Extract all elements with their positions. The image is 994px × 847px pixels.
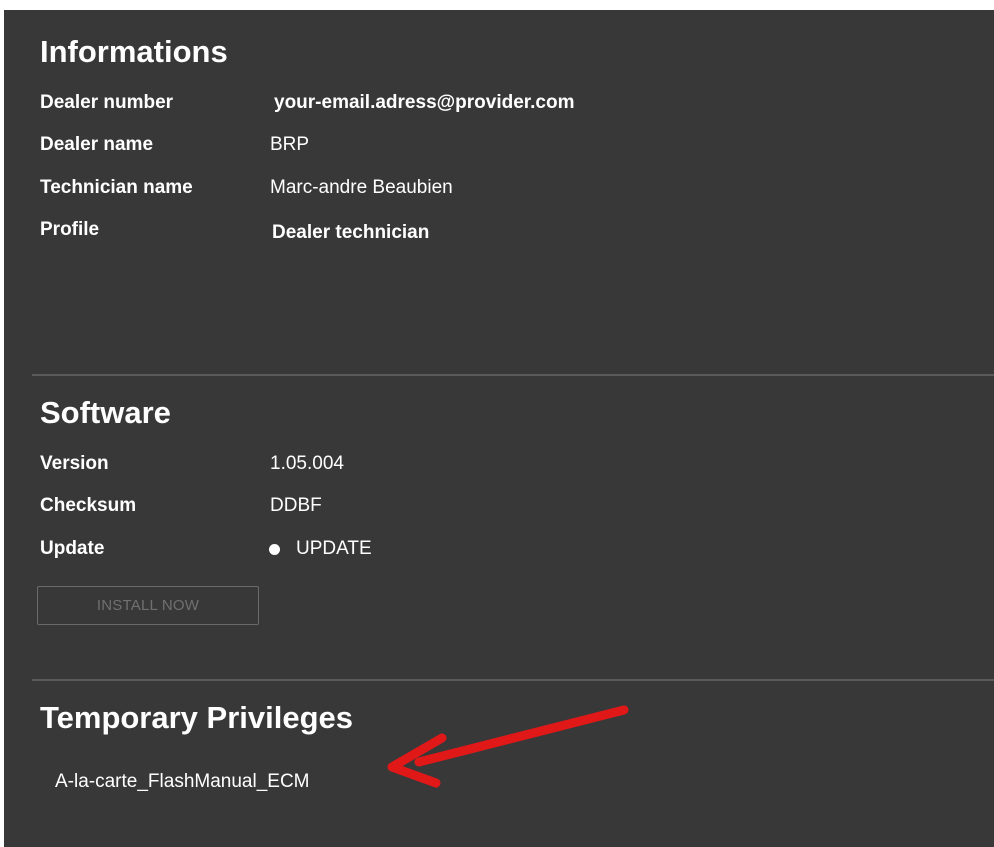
informations-title: Informations [40, 34, 228, 69]
temporary-privileges-title: Temporary Privileges [40, 700, 354, 735]
status-dot-icon [269, 544, 280, 555]
technician-name-value: Marc-andre Beaubien [270, 177, 453, 198]
version-label: Version [40, 453, 109, 474]
dealer-number-value: your-email.adress@provider.com [274, 92, 575, 113]
software-title: Software [40, 395, 171, 430]
settings-panel: Informations Dealer number your-email.ad… [4, 10, 994, 847]
privilege-item: A-la-carte_FlashManual_ECM [55, 771, 310, 792]
version-value: 1.05.004 [270, 453, 344, 474]
section-divider [32, 374, 994, 376]
install-now-button[interactable]: INSTALL NOW [37, 586, 259, 625]
section-divider [32, 679, 994, 681]
update-value: UPDATE [296, 538, 372, 559]
dealer-name-value: BRP [270, 134, 310, 155]
profile-label: Profile [40, 219, 100, 240]
technician-name-label: Technician name [40, 177, 193, 198]
checksum-label: Checksum [40, 495, 137, 516]
dealer-number-label: Dealer number [40, 92, 174, 113]
checksum-value: DDBF [270, 495, 322, 516]
update-label: Update [40, 538, 105, 559]
dealer-name-label: Dealer name [40, 134, 154, 155]
window-corner [4, 0, 32, 10]
profile-value: Dealer technician [272, 222, 430, 243]
